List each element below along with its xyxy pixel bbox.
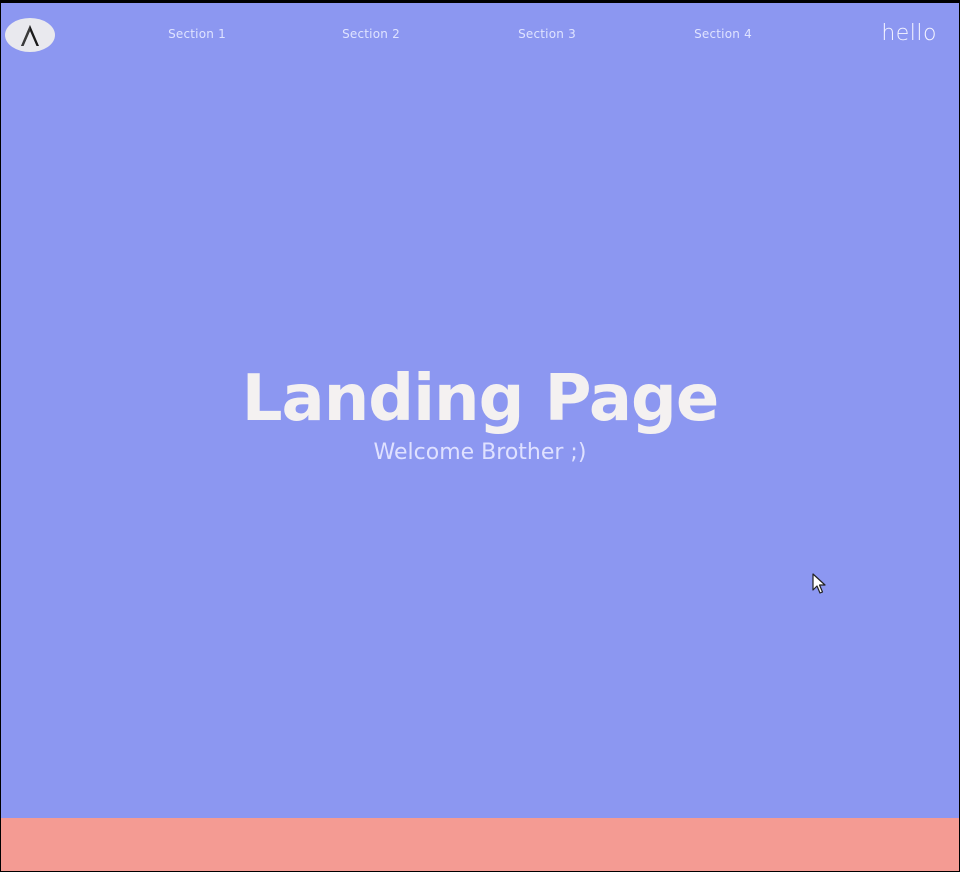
- nav-link-section-4[interactable]: Section 4: [694, 27, 752, 41]
- nav-greeting[interactable]: hello: [881, 21, 937, 46]
- next-section-band: [1, 818, 959, 871]
- caret-a-logo-icon: [21, 25, 39, 46]
- page-title: Landing Page: [241, 362, 720, 436]
- hero-section: Section 1 Section 2 Section 3 Section 4 …: [1, 3, 959, 818]
- mouse-pointer-icon: [812, 573, 826, 600]
- nav-link-section-3[interactable]: Section 3: [518, 27, 576, 41]
- nav-link-section-2[interactable]: Section 2: [342, 27, 400, 41]
- page: Section 1 Section 2 Section 3 Section 4 …: [1, 3, 959, 871]
- nav-link-section-1[interactable]: Section 1: [168, 27, 226, 41]
- page-subtitle: Welcome Brother ;): [373, 440, 587, 465]
- logo[interactable]: [5, 18, 55, 52]
- navbar: Section 1 Section 2 Section 3 Section 4 …: [1, 3, 959, 67]
